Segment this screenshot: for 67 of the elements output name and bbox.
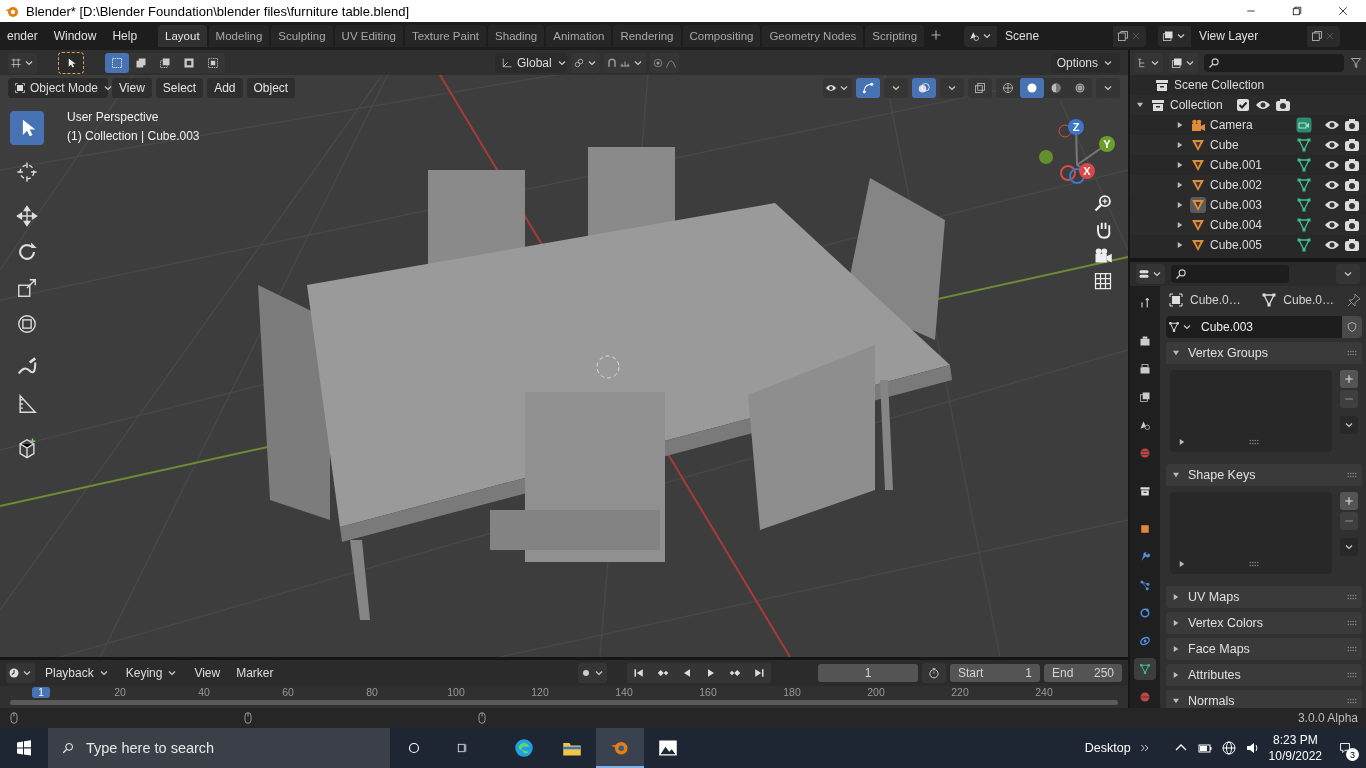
object-name: Cube: [1210, 138, 1239, 152]
object-name: Cube.0…: [1190, 293, 1241, 307]
end-frame-field[interactable]: End 250: [1044, 664, 1122, 682]
panel-header[interactable]: Vertex Colors: [1166, 612, 1362, 634]
frame-number: 100: [446, 686, 466, 698]
window-title: Blender* [D:\Blender Foundation\blender files\furniture table.blend]: [26, 3, 411, 19]
scene-selector[interactable]: Scene: [964, 25, 1147, 47]
outliner-row[interactable]: Cube.005: [1130, 235, 1366, 255]
frame-number: 80: [365, 686, 379, 698]
frame-number: 240: [1034, 686, 1054, 698]
frame-number: 120: [530, 686, 550, 698]
panel-header[interactable]: Attributes: [1166, 664, 1362, 686]
orientation-dropdown[interactable]: Global: [495, 52, 567, 73]
navigation-gizmo[interactable]: Z Y X: [1035, 115, 1120, 185]
taskbar-search-field[interactable]: Type here to search: [48, 728, 390, 768]
object-name: Cube.002: [1210, 178, 1263, 192]
workspace-tab[interactable]: Sculpting: [271, 25, 333, 47]
notifications-button[interactable]: 3: [1330, 733, 1360, 763]
start-frame-field[interactable]: Start 1: [950, 664, 1040, 682]
object-name: Cube.004: [1210, 218, 1263, 232]
workspace-tab[interactable]: Texture Paint: [404, 25, 487, 47]
workspace-tab[interactable]: Rendering: [613, 25, 681, 47]
panel-header[interactable]: Vertex Groups: [1166, 342, 1362, 364]
frame-number: 40: [197, 686, 211, 698]
frame-number: 20: [113, 686, 127, 698]
menu-item[interactable]: Help: [105, 26, 145, 46]
frame-number: 180: [782, 686, 802, 698]
object-name: Cube.001: [1210, 158, 1263, 172]
frame-number: 140: [614, 686, 634, 698]
outliner-row[interactable]: Cube.001: [1130, 155, 1366, 175]
workspace-tab[interactable]: Shading: [488, 25, 545, 47]
view-label: User Perspective: [67, 110, 160, 124]
menu-item[interactable]: View: [112, 77, 152, 98]
mesh-name: Cube.0…: [1283, 293, 1334, 307]
panel-header[interactable]: Normals: [1166, 690, 1362, 708]
current-frame-field[interactable]: 1: [818, 664, 918, 682]
object-name: Camera: [1210, 118, 1253, 132]
panel-header[interactable]: Face Maps: [1166, 638, 1362, 660]
object-name: Cube.003: [1210, 198, 1263, 212]
workspace-tab[interactable]: Layout: [158, 25, 207, 47]
menu-item[interactable]: Add: [207, 77, 243, 98]
workspace-tab[interactable]: Scripting: [865, 25, 925, 47]
playhead-frame[interactable]: 1: [32, 686, 50, 698]
clock[interactable]: 8:23 PM 10/9/2022: [1268, 733, 1322, 763]
object-name: Cube.005: [1210, 238, 1263, 252]
panel-header[interactable]: Shape Keys: [1166, 464, 1362, 486]
outliner-row[interactable]: Camera: [1130, 115, 1366, 135]
workspace-tab[interactable]: UV Editing: [334, 25, 403, 47]
frame-number: 220: [950, 686, 970, 698]
frame-number: 200: [866, 686, 886, 698]
menu-item[interactable]: ender: [0, 26, 45, 46]
panel-header[interactable]: UV Maps: [1166, 586, 1362, 608]
frame-number: 60: [281, 686, 295, 698]
desktop-label: Desktop: [1084, 741, 1131, 755]
frame-number: 160: [698, 686, 718, 698]
view-layer-selector[interactable]: View Layer: [1158, 25, 1341, 47]
workspace-tab[interactable]: Modeling: [208, 25, 270, 47]
selection-info: (1) Collection | Cube.003: [67, 129, 200, 143]
workspace-tab[interactable]: Geometry Nodes: [762, 25, 864, 47]
workspace-tab[interactable]: Compositing: [682, 25, 761, 47]
mesh-name-field[interactable]: Cube.003: [1166, 316, 1362, 338]
collection-name: Scene Collection: [1174, 78, 1265, 92]
collection-name: Collection: [1170, 98, 1223, 112]
workspace-tab[interactable]: Animation: [546, 25, 612, 47]
menu-item[interactable]: Window: [46, 26, 104, 46]
version-label: 3.0.0 Alpha: [1297, 711, 1358, 725]
options-dropdown[interactable]: Options: [1050, 52, 1120, 73]
